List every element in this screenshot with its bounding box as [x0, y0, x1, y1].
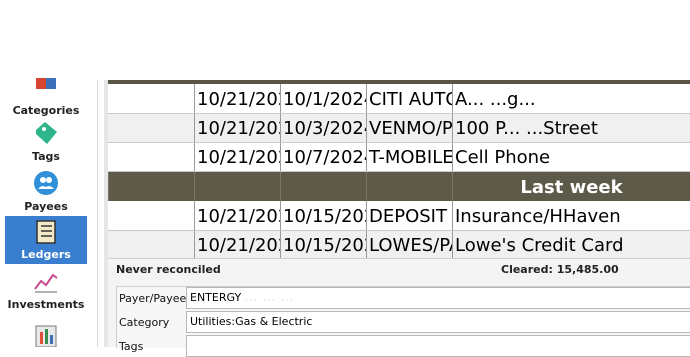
memo-cell: 100 P... ...Street	[452, 113, 690, 142]
table-row[interactable]: 10/21/2024 10/7/2024 T-MOBILE Cell Phone	[108, 142, 690, 171]
row-divider	[108, 113, 690, 114]
payee-cell: LOWES/PAYMENT	[366, 230, 452, 258]
group-header-row[interactable]: Last week	[108, 172, 690, 201]
entered-date-cell: 10/21/2024	[194, 113, 280, 142]
memo-cell: Lowe's Credit Card	[452, 230, 690, 258]
sidebar-item-categories[interactable]: Categories	[5, 72, 87, 120]
group-cell	[108, 172, 194, 201]
sidebar-item-ledgers[interactable]: Ledgers	[5, 216, 87, 264]
sidebar-item-payees[interactable]: Payees	[5, 168, 87, 216]
category-row: Category Utilities:Gas & Electric	[117, 311, 690, 333]
payees-icon	[34, 171, 58, 195]
group-label: Last week	[452, 172, 690, 201]
date-cell: 10/3/2024	[280, 113, 366, 142]
table-row[interactable]: 10/21/2024 10/15/2024 DEPOSIT Insurance/…	[108, 201, 690, 230]
sidebar-item-label: Tags	[32, 150, 60, 163]
reports-icon[interactable]	[33, 320, 59, 347]
payer-row: Payer/Payee ENTERGY ... ... ...	[117, 287, 690, 309]
date-cell: 10/15/2024	[280, 201, 366, 230]
cleared-balance: Cleared: 15,485.00	[501, 263, 619, 276]
date-cell: 10/1/2024	[280, 84, 366, 113]
sidebar-item-investments[interactable]: Investments	[5, 266, 87, 314]
sidebar-item-label: Ledgers	[21, 248, 71, 261]
payee-cell: CITI AUTOPAY	[366, 84, 452, 113]
memo-cell: Insurance/HHaven	[452, 201, 690, 230]
entered-date-cell: 10/21/2024	[194, 201, 280, 230]
transaction-editor: Payer/Payee ENTERGY ... ... ... Category…	[116, 286, 690, 357]
sidebar-item-label: Categories	[12, 104, 80, 117]
payer-value: ENTERGY	[190, 291, 242, 304]
sidebar-item-label: Investments	[7, 298, 85, 311]
payee-cell: VENMO/PAYMENT	[366, 113, 452, 142]
sidebar: Categories Tags Payees Ledgers Investmen…	[0, 78, 98, 347]
group-cell	[366, 172, 452, 201]
status-cell	[108, 84, 194, 113]
memo-cell: Cell Phone	[452, 142, 690, 171]
date-cell: 10/7/2024	[280, 142, 366, 171]
group-cell	[194, 172, 280, 201]
status-cell	[108, 230, 194, 258]
sidebar-item-tags[interactable]: Tags	[5, 118, 87, 166]
table-row[interactable]: 10/21/2024 10/3/2024 VENMO/PAYMENT 100 P…	[108, 113, 690, 142]
row-divider	[108, 171, 690, 172]
entered-date-cell: 10/21/2024	[194, 142, 280, 171]
status-cell	[108, 201, 194, 230]
category-label: Category	[119, 316, 170, 329]
app-window: Categories Tags Payees Ledgers Investmen…	[0, 78, 690, 357]
payer-blurred-text: ... ... ...	[244, 291, 295, 304]
payer-field[interactable]: ENTERGY ... ... ...	[186, 287, 690, 309]
payer-label: Payer/Payee	[119, 292, 187, 305]
table-row[interactable]: 10/21/2024 10/1/2024 CITI AUTOPAY A... .…	[108, 84, 690, 113]
status-bar: Never reconciled Cleared: 15,485.00	[108, 258, 690, 281]
reconcile-status: Never reconciled	[116, 263, 221, 276]
tags-field[interactable]	[186, 335, 690, 357]
status-cell	[108, 142, 194, 171]
status-cell	[108, 113, 194, 142]
investments-icon	[34, 273, 58, 293]
categories-icon	[36, 78, 56, 89]
transaction-form: Payer/Payee ENTERGY ... ... ... Category…	[108, 280, 690, 357]
group-cell	[280, 172, 366, 201]
payee-cell: T-MOBILE	[366, 142, 452, 171]
tags-row: Tags	[117, 335, 690, 357]
sidebar-item-label: Payees	[24, 200, 68, 213]
entered-date-cell: 10/21/2024	[194, 230, 280, 258]
table-row[interactable]: 10/21/2024 10/15/2024 LOWES/PAYMENT Lowe…	[108, 230, 690, 258]
entered-date-cell: 10/21/2024	[194, 84, 280, 113]
category-field[interactable]: Utilities:Gas & Electric	[186, 311, 690, 333]
memo-cell: A... ...g...	[452, 84, 690, 113]
ledger-table: 10/21/2024 10/1/2024 CITI AUTOPAY A... .…	[108, 80, 690, 258]
ledger-icon	[36, 220, 56, 244]
tag-icon	[36, 122, 57, 144]
date-cell: 10/15/2024	[280, 230, 366, 258]
row-divider	[108, 230, 690, 231]
row-divider	[108, 142, 690, 143]
payee-cell: DEPOSIT	[366, 201, 452, 230]
